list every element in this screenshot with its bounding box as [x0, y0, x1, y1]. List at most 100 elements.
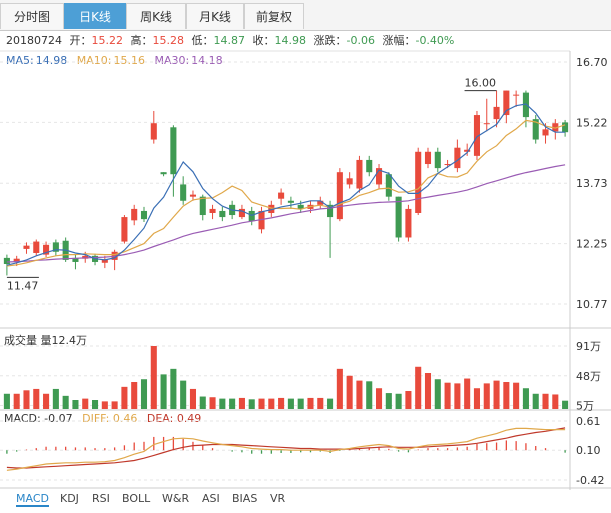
- ma10-label: MA10:: [77, 54, 112, 67]
- macd-tick-label: 0.10: [576, 444, 601, 457]
- volume-bar: [346, 375, 353, 409]
- volume-label: 成交量 量12.4万: [4, 333, 87, 347]
- volume-bar: [278, 397, 285, 409]
- volume-bar: [297, 398, 304, 409]
- volume-bar: [33, 388, 40, 409]
- indicator-bias[interactable]: BIAS: [232, 492, 257, 505]
- info-open-label: 开：: [70, 34, 92, 47]
- volume-bar: [160, 374, 167, 409]
- volume-bar: [140, 379, 148, 409]
- indicator-macd[interactable]: MACD: [16, 492, 49, 507]
- price-tick-label: 10.77: [576, 298, 608, 311]
- info-change-label: 涨跌：: [314, 33, 347, 47]
- stock-chart: 20180724 开：15.22 高：15.28 低：14.87 收：14.98…: [0, 33, 611, 490]
- candle-body: [219, 210, 226, 218]
- volume-bar: [91, 400, 99, 409]
- volume-tick-label: 91万: [576, 340, 601, 353]
- candle-body: [336, 172, 343, 220]
- candle-body: [278, 192, 285, 199]
- ma10-line: [6, 119, 566, 267]
- volume-bar: [287, 398, 294, 409]
- volume-bar: [307, 397, 314, 409]
- volume-bar: [493, 380, 500, 409]
- candle-body: [415, 151, 422, 213]
- indicator-boll[interactable]: BOLL: [122, 492, 150, 505]
- volume-bar: [268, 398, 275, 409]
- candle-body: [385, 174, 392, 197]
- volume-bar: [72, 400, 79, 409]
- info-change: -0.06: [347, 34, 375, 47]
- macd-tick-label: 0.61: [576, 415, 601, 428]
- volume-bar: [229, 398, 236, 409]
- info-high: 15.28: [153, 34, 185, 47]
- volume-bar: [395, 393, 402, 409]
- ma5-line: [6, 103, 566, 266]
- candle-body: [513, 94, 520, 96]
- volume-bar: [238, 397, 245, 409]
- ma10-value: 15.16: [113, 54, 145, 67]
- volume-bar: [522, 388, 529, 409]
- volume-bar: [101, 401, 108, 409]
- candle-body: [140, 210, 148, 220]
- price-tick-label: 15.22: [576, 116, 608, 129]
- info-date: 20180724: [6, 34, 62, 47]
- volume-bar: [513, 382, 520, 409]
- volume-bar: [405, 391, 412, 409]
- volume-bar: [444, 382, 451, 409]
- volume-bar: [258, 398, 265, 409]
- volume-bar: [385, 393, 392, 409]
- volume-bar: [62, 395, 69, 409]
- indicator-kdj[interactable]: KDJ: [60, 492, 79, 505]
- volume-bar: [170, 368, 177, 409]
- candle-body: [366, 159, 373, 173]
- volume-bar: [375, 388, 383, 409]
- volume-tick-label: 5万: [576, 400, 594, 413]
- candle-body: [395, 196, 402, 238]
- candle-body: [346, 178, 353, 185]
- ma5-value: 14.98: [36, 54, 68, 67]
- ma30-value: 14.18: [191, 54, 223, 67]
- indicator-wr[interactable]: W&R: [162, 492, 189, 505]
- candle-body: [493, 106, 500, 120]
- ma5-label: MA5:: [6, 54, 34, 67]
- volume-bar: [542, 393, 549, 409]
- volume-bar: [454, 383, 461, 409]
- candle-body: [189, 194, 197, 197]
- candle-body: [454, 147, 461, 169]
- volume-bar: [424, 373, 432, 409]
- volume-bar: [434, 379, 441, 409]
- info-close: 14.98: [275, 34, 307, 47]
- volume-bar: [150, 346, 157, 409]
- info-line: 20180724 开：15.22 高：15.28 低：14.87 收：14.98…: [6, 33, 454, 47]
- candle-body: [131, 208, 138, 221]
- candle-body: [434, 151, 441, 169]
- candle-body: [287, 200, 294, 203]
- volume-bar: [464, 378, 471, 409]
- ma30-label: MA30:: [154, 54, 189, 67]
- volume-bar: [111, 401, 118, 409]
- volume-bar: [199, 396, 206, 409]
- volume-bar: [327, 398, 334, 409]
- candle-body: [405, 208, 412, 238]
- candle-body: [248, 210, 255, 222]
- volume-bar: [562, 400, 569, 409]
- volume-bar: [532, 393, 539, 409]
- volume-bar: [180, 380, 187, 409]
- volume-bar: [473, 388, 481, 409]
- info-high-label: 高：: [131, 33, 153, 47]
- info-open: 15.22: [92, 34, 124, 47]
- candle-body: [33, 241, 40, 253]
- candle-body: [170, 127, 177, 175]
- indicator-asi[interactable]: ASI: [202, 492, 220, 505]
- price-tick-label: 16.70: [576, 56, 608, 69]
- volume-bar: [415, 366, 422, 409]
- volume-bar: [131, 382, 138, 409]
- candle-body: [121, 217, 128, 242]
- indicator-rsi[interactable]: RSI: [92, 492, 110, 505]
- volume-bar: [13, 393, 20, 409]
- ma30-line: [6, 164, 566, 263]
- volume-bar: [356, 380, 363, 409]
- volume-bar: [248, 399, 255, 409]
- indicator-vr[interactable]: VR: [270, 492, 285, 505]
- volume-bar: [189, 388, 197, 409]
